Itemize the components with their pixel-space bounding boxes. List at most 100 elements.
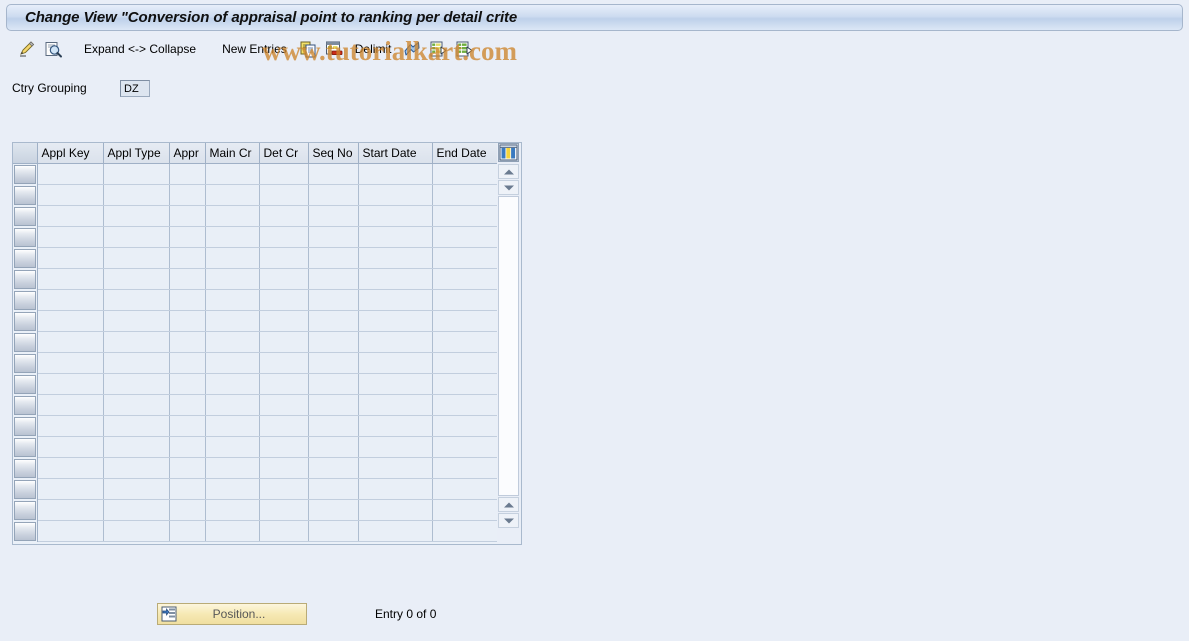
column-header-appl-type[interactable]: Appl Type: [103, 143, 170, 164]
cell-appl_type[interactable]: [103, 184, 170, 206]
cell-det_cr[interactable]: [259, 415, 309, 437]
cell-start_date[interactable]: [358, 457, 433, 479]
new-entries-button[interactable]: New Entries: [214, 38, 295, 60]
table-settings-icon[interactable]: [498, 143, 519, 162]
cell-appr[interactable]: [169, 436, 206, 458]
cell-appl_type[interactable]: [103, 268, 170, 290]
cell-seq_no[interactable]: [308, 499, 359, 521]
cell-appl_key[interactable]: [37, 352, 104, 374]
row-selector-cell[interactable]: [13, 226, 38, 247]
table-row[interactable]: [13, 205, 500, 227]
row-selector-button[interactable]: [14, 248, 36, 268]
cell-main_cr[interactable]: [205, 415, 260, 437]
row-selector-cell[interactable]: [13, 331, 38, 352]
row-selector-cell[interactable]: [13, 184, 38, 205]
table-row[interactable]: [13, 436, 500, 458]
cell-appl_key[interactable]: [37, 310, 104, 332]
cell-end_date[interactable]: [432, 184, 500, 206]
cell-main_cr[interactable]: [205, 352, 260, 374]
table-row[interactable]: [13, 331, 500, 353]
cell-seq_no[interactable]: [308, 478, 359, 500]
cell-appl_key[interactable]: [37, 394, 104, 416]
cell-end_date[interactable]: [432, 289, 500, 311]
cell-appl_key[interactable]: [37, 415, 104, 437]
table-vertical-scrollbar[interactable]: [497, 143, 521, 544]
row-selector-cell[interactable]: [13, 457, 38, 478]
cell-main_cr[interactable]: [205, 247, 260, 269]
cell-start_date[interactable]: [358, 247, 433, 269]
cell-end_date[interactable]: [432, 436, 500, 458]
cell-start_date[interactable]: [358, 268, 433, 290]
row-selector-cell[interactable]: [13, 394, 38, 415]
cell-appl_key[interactable]: [37, 457, 104, 479]
scroll-down-arrow-icon[interactable]: [498, 180, 519, 195]
cell-appl_key[interactable]: [37, 247, 104, 269]
cell-main_cr[interactable]: [205, 394, 260, 416]
cell-appl_key[interactable]: [37, 205, 104, 227]
cell-det_cr[interactable]: [259, 226, 309, 248]
row-selector-button[interactable]: [14, 290, 36, 310]
cell-main_cr[interactable]: [205, 205, 260, 227]
cell-seq_no[interactable]: [308, 289, 359, 311]
row-selector-button[interactable]: [14, 269, 36, 289]
row-selector-button[interactable]: [14, 164, 36, 184]
cell-appl_key[interactable]: [37, 520, 104, 542]
cell-seq_no[interactable]: [308, 436, 359, 458]
row-selector-button[interactable]: [14, 311, 36, 331]
row-selector-cell[interactable]: [13, 352, 38, 373]
cell-det_cr[interactable]: [259, 436, 309, 458]
row-selector-button[interactable]: [14, 206, 36, 226]
cell-main_cr[interactable]: [205, 289, 260, 311]
cell-end_date[interactable]: [432, 499, 500, 521]
cell-appl_key[interactable]: [37, 478, 104, 500]
cell-end_date[interactable]: [432, 415, 500, 437]
row-selector-cell[interactable]: [13, 520, 38, 541]
cell-end_date[interactable]: [432, 457, 500, 479]
cell-main_cr[interactable]: [205, 373, 260, 395]
table-row[interactable]: [13, 247, 500, 269]
cell-appl_key[interactable]: [37, 289, 104, 311]
table-row[interactable]: [13, 184, 500, 206]
cell-appl_key[interactable]: [37, 163, 104, 185]
cell-det_cr[interactable]: [259, 289, 309, 311]
cell-appl_key[interactable]: [37, 373, 104, 395]
row-selector-button[interactable]: [14, 416, 36, 436]
cell-det_cr[interactable]: [259, 205, 309, 227]
cell-appr[interactable]: [169, 457, 206, 479]
expand-collapse-button[interactable]: Expand <-> Collapse: [76, 38, 204, 60]
row-selector-button[interactable]: [14, 332, 36, 352]
cell-end_date[interactable]: [432, 394, 500, 416]
cell-end_date[interactable]: [432, 226, 500, 248]
cell-appl_type[interactable]: [103, 373, 170, 395]
cell-seq_no[interactable]: [308, 247, 359, 269]
row-selector-button[interactable]: [14, 521, 36, 541]
cell-appl_type[interactable]: [103, 289, 170, 311]
row-selector-button[interactable]: [14, 395, 36, 415]
table-row[interactable]: [13, 352, 500, 374]
page-down-arrow-icon[interactable]: [498, 513, 519, 528]
cell-main_cr[interactable]: [205, 331, 260, 353]
cell-det_cr[interactable]: [259, 184, 309, 206]
cell-appl_key[interactable]: [37, 499, 104, 521]
cell-det_cr[interactable]: [259, 520, 309, 542]
cell-appl_key[interactable]: [37, 436, 104, 458]
cell-appl_type[interactable]: [103, 352, 170, 374]
cell-appr[interactable]: [169, 205, 206, 227]
cell-start_date[interactable]: [358, 205, 433, 227]
cell-appl_key[interactable]: [37, 331, 104, 353]
cell-appl_type[interactable]: [103, 394, 170, 416]
cell-seq_no[interactable]: [308, 310, 359, 332]
cell-end_date[interactable]: [432, 352, 500, 374]
cell-appr[interactable]: [169, 184, 206, 206]
cell-appr[interactable]: [169, 373, 206, 395]
cell-main_cr[interactable]: [205, 163, 260, 185]
cell-start_date[interactable]: [358, 352, 433, 374]
row-selector-cell[interactable]: [13, 478, 38, 499]
cell-main_cr[interactable]: [205, 436, 260, 458]
table-row[interactable]: [13, 478, 500, 500]
cell-seq_no[interactable]: [308, 226, 359, 248]
row-selector-cell[interactable]: [13, 436, 38, 457]
cell-main_cr[interactable]: [205, 226, 260, 248]
cell-appl_type[interactable]: [103, 478, 170, 500]
row-selector-cell[interactable]: [13, 247, 38, 268]
